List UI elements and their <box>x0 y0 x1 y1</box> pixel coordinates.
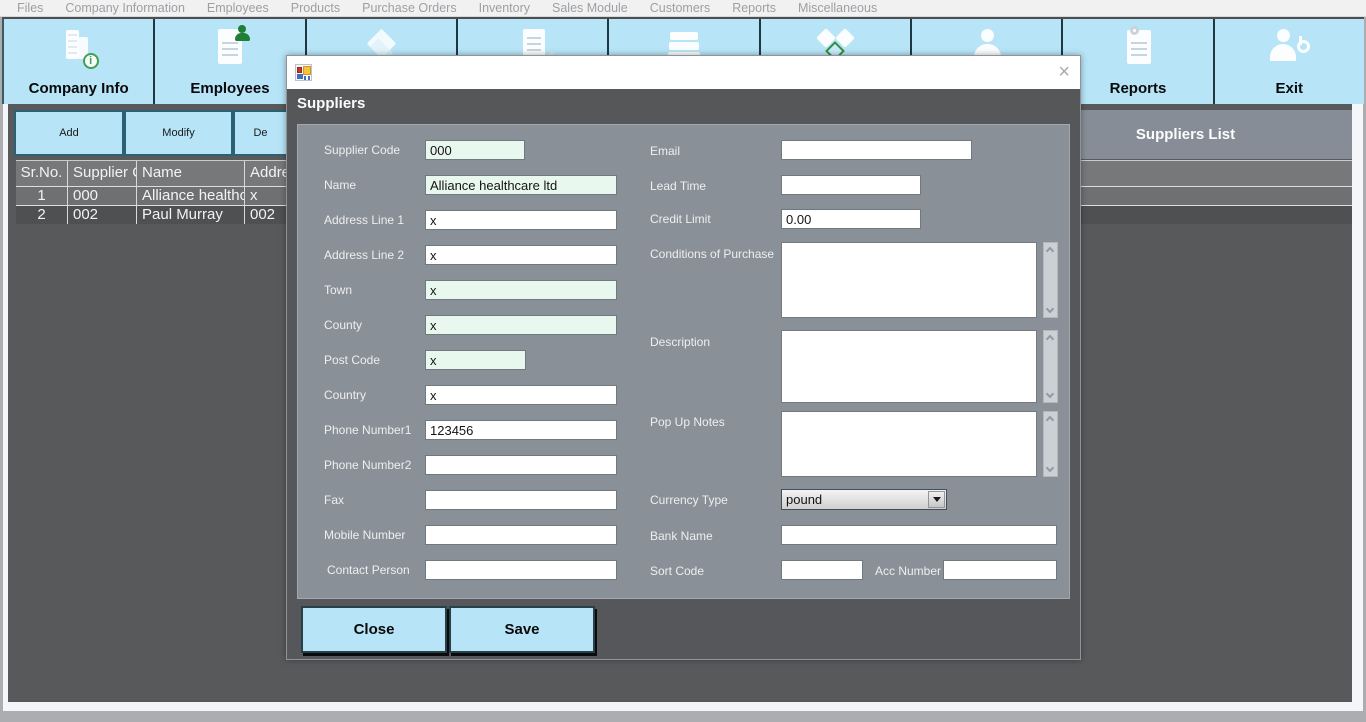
address-line2-input[interactable]: x <box>425 245 617 265</box>
supplier-code-label: Supplier Code <box>324 143 400 157</box>
column-header-srno[interactable]: Sr.No. <box>16 161 68 186</box>
company-building-info-icon: i <box>54 24 104 72</box>
cell-srno: 2 <box>16 206 68 224</box>
employee-document-icon <box>205 24 255 72</box>
delete-button[interactable]: De <box>233 110 286 156</box>
supplier-code-input[interactable]: 000 <box>425 140 525 160</box>
phone-number2-input[interactable] <box>425 455 617 475</box>
modify-button[interactable]: Modify <box>124 110 233 156</box>
contact-person-label: Contact Person <box>327 563 410 577</box>
toolbar-employees-button[interactable]: Employees <box>155 19 306 104</box>
column-header-supplier-code[interactable]: Supplier C <box>68 161 137 186</box>
menu-inventory[interactable]: Inventory <box>468 1 541 15</box>
menu-reports[interactable]: Reports <box>721 1 787 15</box>
dialog-header: Suppliers <box>287 89 1080 117</box>
currency-type-dropdown[interactable]: pound <box>781 489 947 510</box>
address-line2-label: Address Line 2 <box>324 248 404 262</box>
menu-company-information[interactable]: Company Information <box>54 1 196 15</box>
county-label: County <box>324 318 362 332</box>
credit-limit-input[interactable]: 0.00 <box>781 209 921 229</box>
currency-type-value: pound <box>786 492 822 507</box>
bank-name-input[interactable] <box>781 525 1057 545</box>
suppliers-list-title: Suppliers List <box>1136 126 1235 143</box>
supplier-form-panel: Supplier Code 000 Name Alliance healthca… <box>297 124 1070 599</box>
fax-label: Fax <box>324 493 344 507</box>
lead-time-label: Lead Time <box>650 179 706 193</box>
menu-purchase-orders[interactable]: Purchase Orders <box>351 1 467 15</box>
phone-number1-label: Phone Number1 <box>324 423 411 437</box>
address-line1-label: Address Line 1 <box>324 213 404 227</box>
menu-products[interactable]: Products <box>280 1 351 15</box>
cell-name: Alliance healthca <box>137 187 245 205</box>
phone-number1-input[interactable]: 123456 <box>425 420 617 440</box>
description-textarea[interactable] <box>781 330 1037 403</box>
acc-number-label: Acc Number <box>875 564 941 578</box>
country-input[interactable]: x <box>425 385 617 405</box>
add-button[interactable]: Add <box>14 110 124 156</box>
acc-number-input[interactable] <box>943 560 1057 580</box>
report-document-icon <box>1113 24 1163 72</box>
dialog-title: Suppliers <box>287 95 365 112</box>
name-label: Name <box>324 178 356 192</box>
country-label: Country <box>324 388 366 402</box>
menu-employees[interactable]: Employees <box>196 1 280 15</box>
conditions-scrollbar[interactable] <box>1043 242 1058 318</box>
toolbar-button-label: Reports <box>1063 80 1212 97</box>
cell-supplier-code: 002 <box>68 206 137 224</box>
suppliers-dialog: × Suppliers Supplier Code 000 Name Allia… <box>286 55 1081 660</box>
name-input[interactable]: Alliance healthcare ltd <box>425 175 617 195</box>
address-line1-input[interactable]: x <box>425 210 617 230</box>
toolbar-button-label: Employees <box>155 80 304 97</box>
toolbar-button-label: Exit <box>1215 80 1364 97</box>
menu-bar: Files Company Information Employees Prod… <box>0 0 1366 17</box>
county-input[interactable]: x <box>425 315 617 335</box>
description-label: Description <box>650 335 710 349</box>
menu-customers[interactable]: Customers <box>639 1 721 15</box>
pop-up-notes-scrollbar[interactable] <box>1043 411 1058 477</box>
close-button[interactable]: Close <box>301 606 447 653</box>
town-label: Town <box>324 283 352 297</box>
currency-type-label: Currency Type <box>650 493 728 507</box>
email-input[interactable] <box>781 140 972 160</box>
post-code-input[interactable]: x <box>425 350 526 370</box>
application-window: Files Company Information Employees Prod… <box>0 0 1366 722</box>
save-button[interactable]: Save <box>449 606 595 653</box>
mobile-number-input[interactable] <box>425 525 617 545</box>
column-header-name[interactable]: Name <box>137 161 245 186</box>
menu-sales-module[interactable]: Sales Module <box>541 1 639 15</box>
bank-name-label: Bank Name <box>650 529 713 543</box>
email-label: Email <box>650 144 680 158</box>
fax-input[interactable] <box>425 490 617 510</box>
town-input[interactable]: x <box>425 280 617 300</box>
dialog-titlebar[interactable]: × <box>287 56 1080 89</box>
dropdown-button[interactable] <box>928 491 945 508</box>
toolbar-exit-button[interactable]: Exit <box>1215 19 1364 104</box>
credit-limit-label: Credit Limit <box>650 212 711 226</box>
cell-srno: 1 <box>16 187 68 205</box>
conditions-of-purchase-textarea[interactable] <box>781 242 1037 318</box>
close-icon[interactable]: × <box>1058 59 1070 85</box>
post-code-label: Post Code <box>324 353 380 367</box>
lead-time-input[interactable] <box>781 175 921 195</box>
pop-up-notes-label: Pop Up Notes <box>650 415 725 429</box>
cell-name: Paul Murray <box>137 206 245 224</box>
contact-person-input[interactable] <box>425 560 617 580</box>
winforms-app-icon <box>295 64 312 81</box>
description-scrollbar[interactable] <box>1043 330 1058 403</box>
phone-number2-label: Phone Number2 <box>324 458 411 472</box>
conditions-of-purchase-label: Conditions of Purchase <box>650 247 774 261</box>
toolbar-button-label: Company Info <box>4 80 153 97</box>
toolbar-company-info-button[interactable]: i Company Info <box>4 19 155 104</box>
menu-files[interactable]: Files <box>6 1 54 15</box>
sort-code-input[interactable] <box>781 560 863 580</box>
chevron-down-icon <box>933 497 941 502</box>
pop-up-notes-textarea[interactable] <box>781 411 1037 477</box>
menu-miscellaneous[interactable]: Miscellaneous <box>787 1 888 15</box>
toolbar-reports-button[interactable]: Reports <box>1063 19 1214 104</box>
mobile-number-label: Mobile Number <box>324 528 405 542</box>
cell-supplier-code: 000 <box>68 187 137 205</box>
sort-code-label: Sort Code <box>650 564 704 578</box>
exit-power-person-icon <box>1264 24 1314 72</box>
